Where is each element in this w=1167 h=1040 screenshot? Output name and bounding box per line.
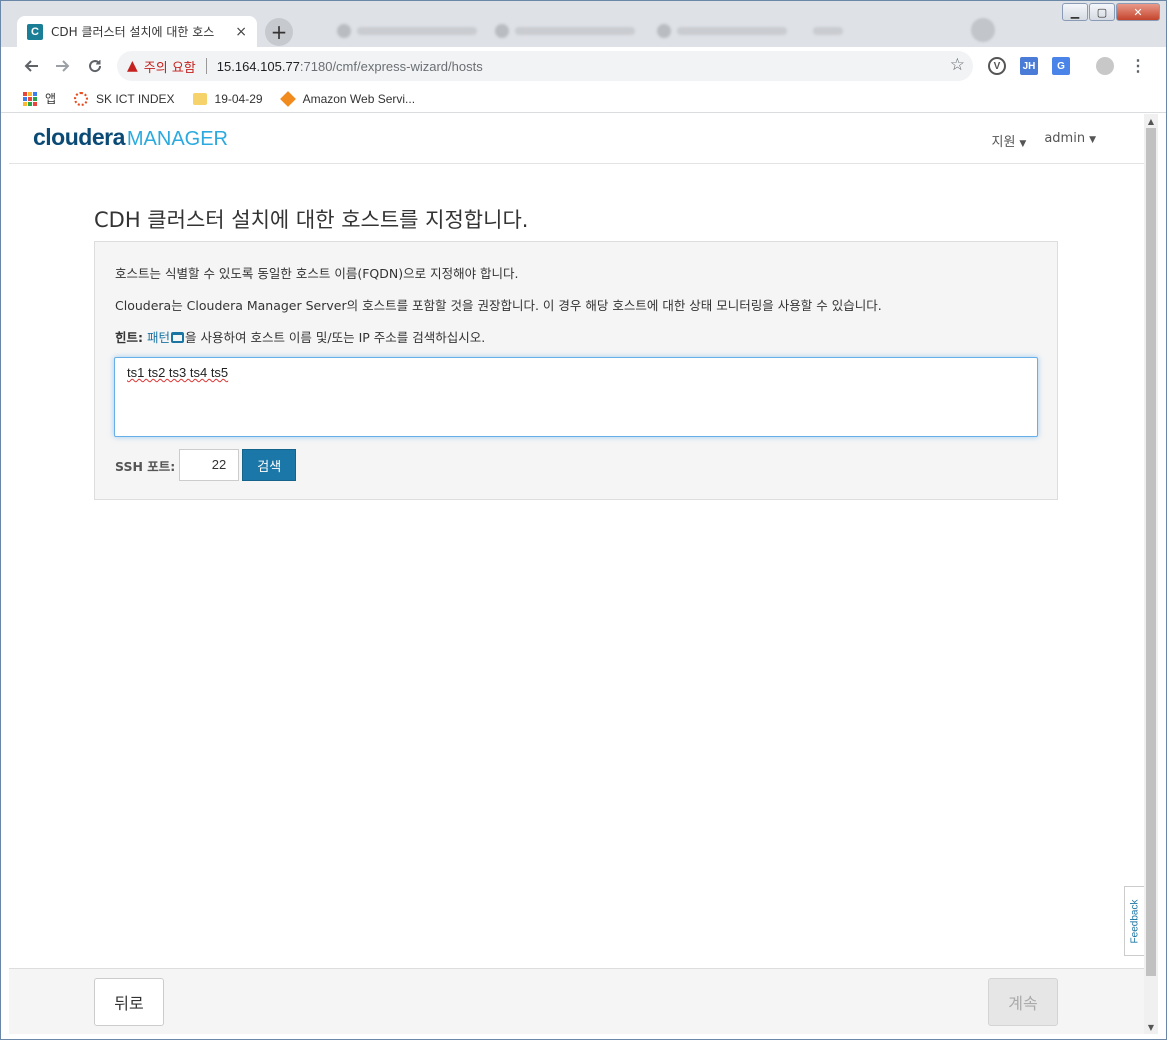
url-host: 15.164.105.77 [216,58,300,74]
cloudera-header: cloudera MANAGER 지원 ▼ admin ▼ [9,114,1144,164]
hint-label: 힌트: [115,330,143,345]
scroll-thumb[interactable] [1146,128,1156,976]
host-spec-panel: 호스트는 식별할 수 있도록 동일한 호스트 이름(FQDN)으로 지정해야 합… [94,241,1058,500]
browser-window: C CDH 클러스터 설치에 대한 호스 × + ▁ ▢ ✕ ▲ 주의 요함 1… [0,0,1167,1040]
hosts-value: ts1 ts2 ts3 ts4 ts5 [127,365,229,380]
feedback-label: Feedback [1129,899,1141,943]
cloudera-favicon-icon: C [27,23,43,40]
hint-text: 을 사용하여 호스트 이름 및/또는 IP 주소를 검색하십시오. [185,330,486,345]
support-label: 지원 [991,135,1016,150]
hosts-textarea[interactable]: ts1 ts2 ts3 ts4 ts5 [114,357,1038,437]
folder-icon [192,92,207,105]
search-button[interactable]: 검색 [242,449,297,481]
user-menu[interactable]: admin ▼ [1044,131,1096,150]
caret-down-icon: ▼ [1089,135,1096,145]
jh-extension-icon[interactable]: JH [1020,57,1038,75]
scroll-down-arrow-icon[interactable]: ▼ [1144,1020,1158,1034]
bookmark-folder-19-04-29[interactable]: 19-04-29 [192,91,263,106]
support-menu[interactable]: 지원 ▼ [992,131,1027,150]
profile-icon[interactable] [971,18,995,42]
window-controls: ▁ ▢ ✕ [1062,3,1160,21]
bookmark-star-icon[interactable]: ☆ [950,55,965,75]
bookmarks-bar: 앱 SK ICT INDEX 19-04-29 Amazon Web Servi… [1,85,1166,113]
hint-line: 힌트: 패턴 을 사용하여 호스트 이름 및/또는 IP 주소를 검색하십시오. [115,327,485,346]
back-button[interactable]: 뒤로 [94,978,164,1026]
continue-button[interactable]: 계속 [988,978,1058,1026]
maximize-button[interactable]: ▢ [1089,3,1115,21]
url-path: :7180/cmf/express-wizard/hosts [299,58,483,74]
reload-icon[interactable] [79,50,111,82]
tab-active[interactable]: C CDH 클러스터 설치에 대한 호스 × [17,16,257,47]
minimize-button[interactable]: ▁ [1062,3,1088,21]
ssh-port-row: SSH 포트: 22 검색 [115,449,297,481]
bookmark-sk-ict-index[interactable]: SK ICT INDEX [74,91,175,106]
tab-title: CDH 클러스터 설치에 대한 호스 [51,25,215,39]
background-tab[interactable] [495,21,635,41]
bookmark-label: SK ICT INDEX [96,91,175,106]
bookmark-apps[interactable]: 앱 [23,90,56,107]
user-avatar-icon[interactable] [1096,57,1114,75]
url-divider [205,58,207,74]
bookmark-aws[interactable]: Amazon Web Servi... [279,90,416,107]
warning-icon: ▲ [127,58,138,74]
feedback-tab[interactable]: Feedback [1124,886,1144,956]
tab-strip: C CDH 클러스터 설치에 대한 호스 × + ▁ ▢ ✕ [1,1,1166,47]
background-tab[interactable] [813,21,843,41]
header-nav: 지원 ▼ admin ▼ [992,131,1097,150]
close-window-button[interactable]: ✕ [1116,3,1160,21]
user-label: admin [1044,131,1086,146]
pattern-window-icon[interactable] [171,332,184,343]
new-tab-button[interactable]: + [265,18,293,46]
logo-sub: MANAGER [126,128,228,150]
page-scrollbar[interactable]: ▲ ▼ [1144,114,1158,1034]
instruction-recommend: Cloudera는 Cloudera Manager Server의 호스트를 … [115,298,882,313]
page-title: CDH 클러스터 설치에 대한 호스트를 지정합니다. [94,208,529,232]
address-bar[interactable]: ▲ 주의 요함 15.164.105.77:7180/cmf/express-w… [117,51,973,81]
ssh-port-label: SSH 포트: [115,458,176,474]
sk-icon [74,91,89,106]
scroll-up-arrow-icon[interactable]: ▲ [1144,114,1158,128]
browser-toolbar: ▲ 주의 요함 15.164.105.77:7180/cmf/express-w… [1,47,1166,85]
kebab-menu-icon[interactable]: ⋮ [1129,57,1147,75]
aws-icon [279,90,296,107]
apps-grid-icon [23,91,37,106]
page-content: cloudera MANAGER 지원 ▼ admin ▼ CDH 클러스터 설치에 … [9,114,1144,1034]
wizard-footer: 뒤로 계속 [9,968,1144,1034]
logo-main: cloudera [33,124,125,150]
security-warning[interactable]: 주의 요함 [144,57,196,76]
background-tab[interactable] [337,21,477,41]
vivaldi-extension-icon[interactable]: V [988,57,1006,75]
ssh-port-input[interactable]: 22 [179,449,240,481]
background-tab[interactable] [657,21,787,41]
bookmark-label: 19-04-29 [214,91,263,106]
pattern-link[interactable]: 패턴 [147,330,170,345]
back-arrow-icon[interactable] [15,50,47,82]
translate-extension-icon[interactable]: G [1052,57,1070,75]
tab-close-icon[interactable]: × [235,24,247,40]
bookmark-label: 앱 [45,92,57,106]
caret-down-icon: ▼ [1019,139,1027,149]
forward-arrow-icon[interactable] [47,50,79,82]
bookmark-label: Amazon Web Servi... [302,91,416,106]
instruction-fqdn: 호스트는 식별할 수 있도록 동일한 호스트 이름(FQDN)으로 지정해야 합… [115,266,519,281]
cloudera-manager-logo[interactable]: cloudera MANAGER [33,124,228,151]
